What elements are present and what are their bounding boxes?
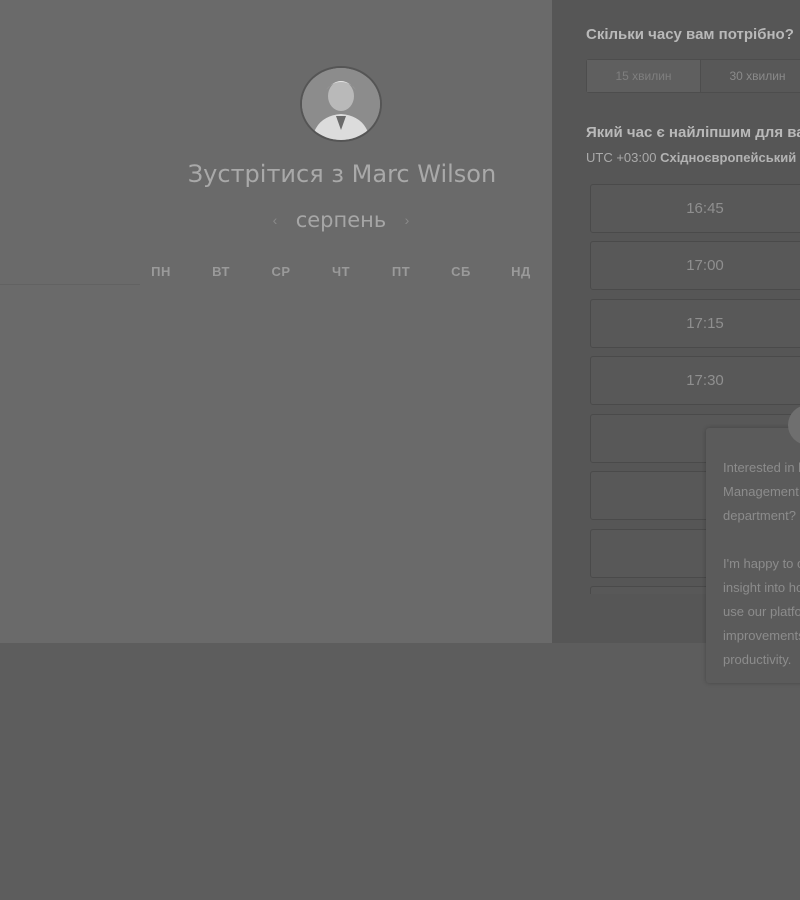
weekday-tue: ВТ <box>212 264 230 279</box>
month-label: серпень <box>295 208 387 232</box>
chat-text-line: use our platform to drive <box>723 604 800 619</box>
duration-option-30[interactable]: 30 хвилин <box>701 60 800 92</box>
timezone-name: Східноєвропейський час <box>660 150 800 165</box>
weekday-sun: НД <box>511 264 531 279</box>
host-avatar <box>300 66 382 142</box>
chat-spacer <box>723 528 800 552</box>
timezone-offset: UTC +03:00 <box>586 150 657 165</box>
time-slot[interactable]: 16:45 <box>590 184 800 233</box>
chat-text-line: insight into how others <box>723 580 800 595</box>
chat-text-line: productivity. <box>723 652 792 667</box>
divider <box>0 284 140 285</box>
weekday-fri: ПТ <box>391 264 411 279</box>
chat-text-line: I'm happy to offer some <box>723 556 800 571</box>
time-slot[interactable]: 17:30 <box>590 356 800 405</box>
duration-selector: 15 хвилин 30 хвилин <box>586 59 800 93</box>
month-navigation: ‹ серпень › <box>266 204 416 236</box>
chat-message-popup[interactable]: Interested in how Time Management can he… <box>706 428 800 683</box>
person-photo-icon <box>302 68 380 140</box>
timezone-label[interactable]: UTC +03:00 Східноєвропейський час <box>586 150 800 165</box>
duration-heading: Скільки часу вам потрібно? <box>586 26 794 43</box>
chat-text-line: Interested in how Time <box>723 460 800 475</box>
chat-text-line: department? <box>723 508 796 523</box>
calendar-panel: Зустрітися з Marc Wilson ‹ серпень › ПН … <box>0 0 552 643</box>
weekday-sat: СБ <box>451 264 471 279</box>
chat-text-line: Management can help your <box>723 484 800 499</box>
chevron-left-icon[interactable]: ‹ <box>266 212 284 228</box>
weekday-mon: ПН <box>151 264 171 279</box>
chevron-right-icon[interactable]: › <box>398 212 416 228</box>
time-slot[interactable]: 17:15 <box>590 299 800 348</box>
weekday-thu: ЧТ <box>331 264 351 279</box>
chat-text-line: improvements in <box>723 628 800 643</box>
weekday-wed: СР <box>271 264 291 279</box>
time-heading: Який час є найліпшим для вас? <box>586 124 800 141</box>
scheduling-page: Зустрітися з Marc Wilson ‹ серпень › ПН … <box>0 0 800 900</box>
time-slot[interactable]: 17:00 <box>590 241 800 290</box>
weekday-header: ПН ВТ СР ЧТ ПТ СБ НД <box>0 264 552 284</box>
duration-option-15[interactable]: 15 хвилин <box>587 60 701 92</box>
